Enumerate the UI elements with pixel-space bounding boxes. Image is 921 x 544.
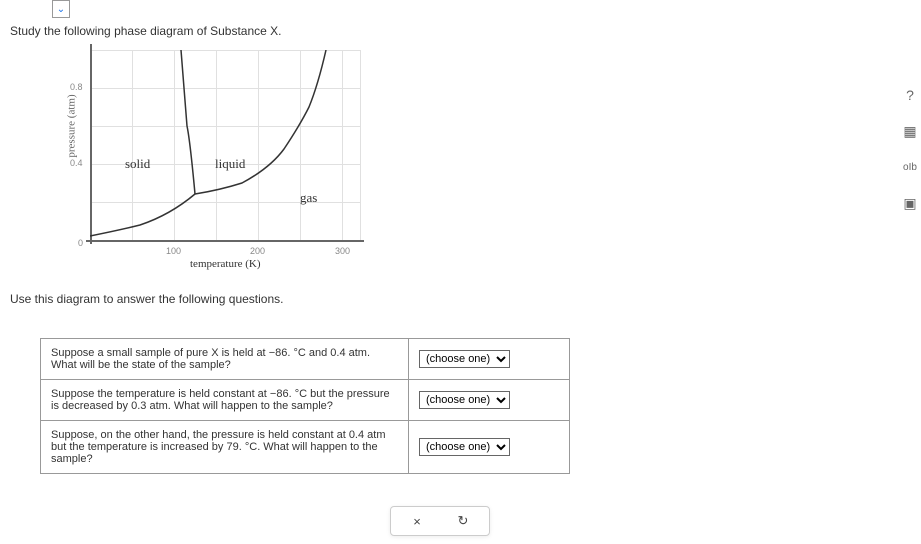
side-toolbar: ? ▦ oIb ▣ bbox=[901, 86, 919, 212]
x-tick-100: 100 bbox=[166, 246, 181, 256]
question-1-text: Suppose a small sample of pure X is held… bbox=[41, 339, 409, 380]
instruction-below: Use this diagram to answer the following… bbox=[10, 292, 283, 306]
table-row: Suppose, on the other hand, the pressure… bbox=[41, 421, 570, 474]
grid-icon[interactable]: ▦ bbox=[901, 122, 919, 140]
phase-curves bbox=[90, 50, 360, 240]
table-row: Suppose a small sample of pure X is held… bbox=[41, 339, 570, 380]
question-3-select[interactable]: (choose one) bbox=[419, 438, 510, 456]
phase-label-liquid: liquid bbox=[215, 156, 245, 172]
help-icon[interactable]: ? bbox=[901, 86, 919, 104]
box-icon[interactable]: ▣ bbox=[901, 194, 919, 212]
x-tick-200: 200 bbox=[250, 246, 265, 256]
x-tick-300: 300 bbox=[335, 246, 350, 256]
y-axis-label: pressure (atm) bbox=[66, 94, 78, 157]
y-tick-04: 0.4 bbox=[70, 158, 83, 168]
question-table: Suppose a small sample of pure X is held… bbox=[40, 338, 570, 474]
question-1-select[interactable]: (choose one) bbox=[419, 350, 510, 368]
chevron-down-icon[interactable]: ⌄ bbox=[52, 0, 70, 18]
table-row: Suppose the temperature is held constant… bbox=[41, 380, 570, 421]
y-tick-08: 0.8 bbox=[70, 82, 83, 92]
phase-label-solid: solid bbox=[125, 156, 150, 172]
x-axis-label: temperature (K) bbox=[190, 258, 261, 270]
bar-icon[interactable]: oIb bbox=[901, 158, 919, 176]
y-tick-0: 0 bbox=[78, 238, 83, 248]
instruction-top: Study the following phase diagram of Sub… bbox=[10, 24, 282, 38]
action-buttons: × ↻ bbox=[390, 506, 490, 536]
phase-diagram: 0.8 0.4 0 100 200 300 solid liquid gas bbox=[90, 50, 360, 240]
question-2-text: Suppose the temperature is held constant… bbox=[41, 380, 409, 421]
question-2-select[interactable]: (choose one) bbox=[419, 391, 510, 409]
question-3-text: Suppose, on the other hand, the pressure… bbox=[41, 421, 409, 474]
phase-label-gas: gas bbox=[300, 190, 317, 206]
close-icon: × bbox=[413, 514, 421, 529]
reset-icon: ↻ bbox=[458, 513, 469, 529]
cancel-button[interactable]: × bbox=[409, 513, 425, 529]
reset-button[interactable]: ↻ bbox=[455, 513, 471, 529]
